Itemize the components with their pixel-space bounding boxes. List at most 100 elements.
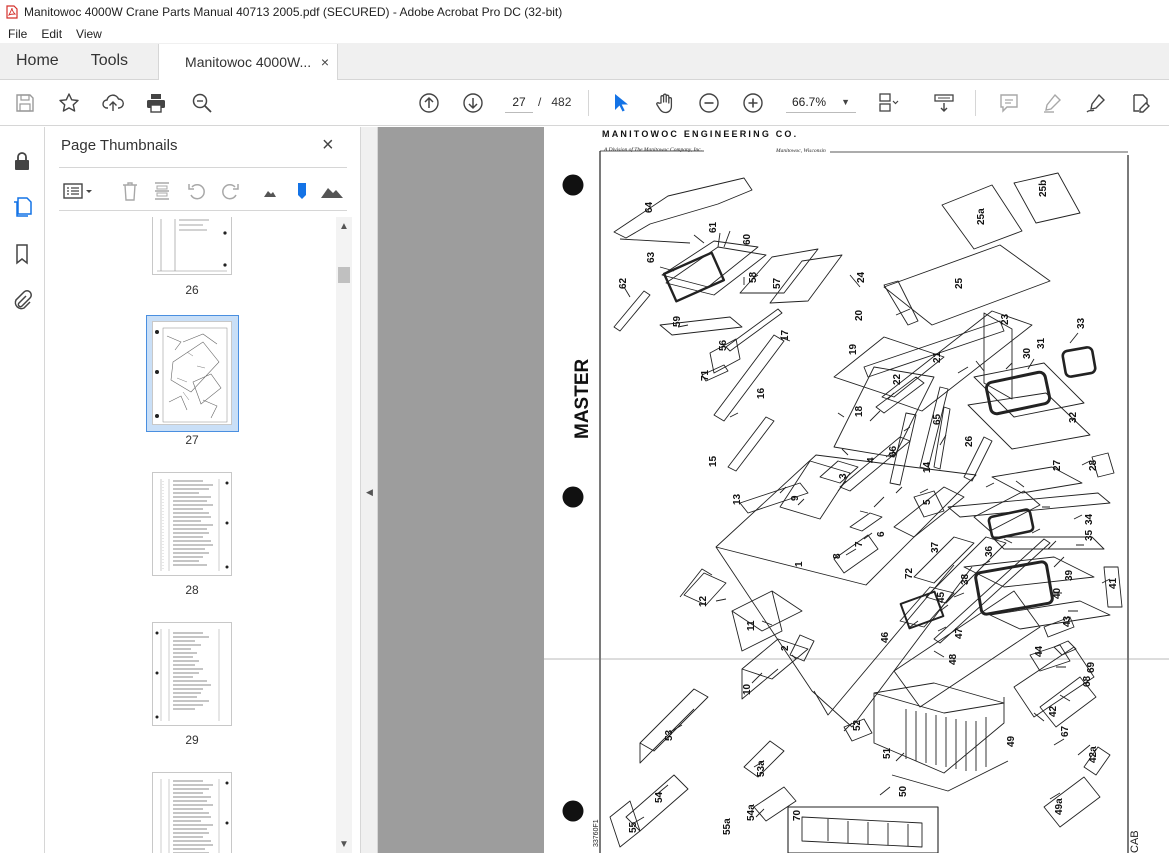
document-page[interactable]: MANITOWOC ENGINEERING CO. A Division of … — [544, 127, 1169, 853]
bookmark-icon[interactable] — [10, 242, 34, 266]
callout-72: 72 — [904, 567, 915, 579]
upload-icon[interactable] — [101, 91, 125, 115]
callout-33: 33 — [1076, 317, 1087, 329]
chevron-down-icon: ▼ — [841, 97, 850, 107]
callout-46: 46 — [880, 631, 891, 643]
zoom-value: 66.7% — [792, 95, 827, 109]
thumbnail-page-28[interactable] — [152, 472, 232, 576]
page-up-icon[interactable] — [417, 91, 441, 115]
callout-26: 26 — [964, 435, 975, 447]
callout-34: 34 — [1084, 513, 1095, 525]
callout-23: 23 — [1000, 313, 1011, 325]
highlight-icon[interactable] — [1040, 91, 1064, 115]
window-title: Manitowoc 4000W Crane Parts Manual 40713… — [24, 5, 563, 19]
thumb-slider-icon[interactable] — [291, 180, 313, 202]
thumbnails-pane: Page Thumbnails × 26 27 28 29 ▲ ▼ — [45, 127, 360, 853]
thumbnail-page-30[interactable] — [152, 772, 232, 853]
callout-65: 65 — [932, 413, 943, 425]
callout-19: 19 — [848, 343, 859, 355]
page-number-input[interactable]: 27 — [505, 91, 533, 113]
scroll-mode-icon[interactable] — [932, 91, 956, 115]
callout-11: 11 — [746, 620, 757, 631]
bookmark-star-icon[interactable] — [57, 91, 81, 115]
callout-3: 3 — [838, 473, 849, 479]
thumbnail-label: 26 — [185, 283, 199, 297]
callout-55a: 55a — [722, 818, 733, 835]
zoom-in-icon[interactable] — [741, 91, 765, 115]
thumbnail-toolbar — [59, 167, 347, 211]
sign-icon[interactable] — [1084, 91, 1108, 115]
thumb-small-icon[interactable] — [259, 180, 281, 202]
company-name: MANITOWOC ENGINEERING CO. — [602, 129, 798, 139]
callout-32: 32 — [1068, 411, 1079, 423]
page-preview — [157, 219, 227, 272]
collapse-pane-icon[interactable]: ◀ — [366, 487, 373, 498]
lock-icon[interactable] — [10, 149, 34, 173]
edit-pdf-icon[interactable] — [1128, 91, 1152, 115]
menu-bar: File Edit View — [0, 24, 1169, 43]
scrollbar-thumb[interactable] — [338, 267, 350, 283]
thumbnail-label: 28 — [185, 583, 199, 597]
callout-43: 43 — [1062, 615, 1073, 627]
document-viewport[interactable]: MANITOWOC ENGINEERING CO. A Division of … — [378, 127, 1169, 853]
pane-splitter[interactable]: ◀ — [360, 127, 378, 853]
thumbnail-label: 27 — [185, 433, 199, 447]
tab-close-icon[interactable]: × — [321, 54, 329, 70]
rotate-cw-icon[interactable] — [219, 180, 241, 202]
pages-icon[interactable] — [10, 195, 34, 219]
hand-icon[interactable] — [653, 91, 677, 115]
page-down-icon[interactable] — [461, 91, 485, 115]
thumbnail-list[interactable]: 26 27 28 29 — [45, 217, 345, 853]
thumbnail-page-29[interactable] — [152, 622, 232, 726]
callout-53: 53 — [664, 729, 675, 741]
thumbnail-page-26[interactable] — [152, 217, 232, 275]
callout-69: 69 — [1086, 661, 1097, 673]
page-fit-icon[interactable] — [876, 91, 900, 115]
scroll-down-icon[interactable]: ▼ — [339, 839, 349, 850]
delete-icon[interactable] — [119, 180, 141, 202]
find-icon[interactable] — [190, 91, 214, 115]
scroll-up-icon[interactable]: ▲ — [339, 221, 349, 232]
callout-56: 56 — [718, 339, 729, 351]
rotate-ccw-icon[interactable] — [186, 180, 208, 202]
close-icon[interactable]: × — [322, 135, 334, 155]
page-separator: / — [538, 95, 542, 109]
callout-28: 28 — [1088, 459, 1099, 471]
menu-view[interactable]: View — [76, 27, 102, 41]
save-icon[interactable] — [13, 91, 37, 115]
menu-file[interactable]: File — [8, 27, 27, 41]
zoom-out-icon[interactable] — [697, 91, 721, 115]
pane-title: Page Thumbnails — [61, 137, 178, 154]
callout-41: 41 — [1108, 577, 1119, 589]
callout-20: 20 — [854, 309, 865, 321]
options-menu-icon[interactable] — [61, 180, 95, 202]
callout-27: 27 — [1052, 459, 1063, 471]
print-icon[interactable] — [144, 91, 168, 115]
attachment-icon[interactable] — [10, 288, 34, 312]
exploded-parts-diagram: MANITOWOC ENGINEERING CO. A Division of … — [544, 129, 1169, 853]
thumbnail-scrollbar[interactable]: ▲ ▼ — [336, 217, 352, 853]
callout-58: 58 — [748, 271, 759, 283]
drawing-number: 33760F1 — [593, 819, 600, 847]
comment-icon[interactable] — [997, 91, 1021, 115]
select-arrow-icon[interactable] — [608, 91, 632, 115]
thumbnail-page-27[interactable] — [152, 321, 232, 425]
tab-tools[interactable]: Tools — [75, 43, 144, 79]
callout-2: 2 — [780, 645, 791, 651]
callout-16: 16 — [756, 387, 767, 399]
zoom-select[interactable]: 66.7% ▼ — [786, 91, 856, 113]
callout-1: 1 — [794, 561, 805, 567]
menu-edit[interactable]: Edit — [41, 27, 62, 41]
extract-icon[interactable] — [151, 180, 173, 202]
callout-70: 70 — [792, 809, 803, 821]
toolbar-divider — [975, 90, 976, 116]
tab-bar: Home Tools Manitowoc 4000W... × — [0, 43, 1169, 80]
callout-40: 40 — [1052, 587, 1063, 599]
callout-21: 21 — [932, 351, 943, 363]
callout-47: 47 — [954, 627, 965, 639]
callout-38: 38 — [960, 573, 971, 585]
tab-document[interactable]: Manitowoc 4000W... × — [158, 44, 339, 80]
punch-hole — [562, 486, 584, 508]
tab-home[interactable]: Home — [0, 43, 75, 79]
thumb-large-icon[interactable] — [319, 180, 345, 202]
